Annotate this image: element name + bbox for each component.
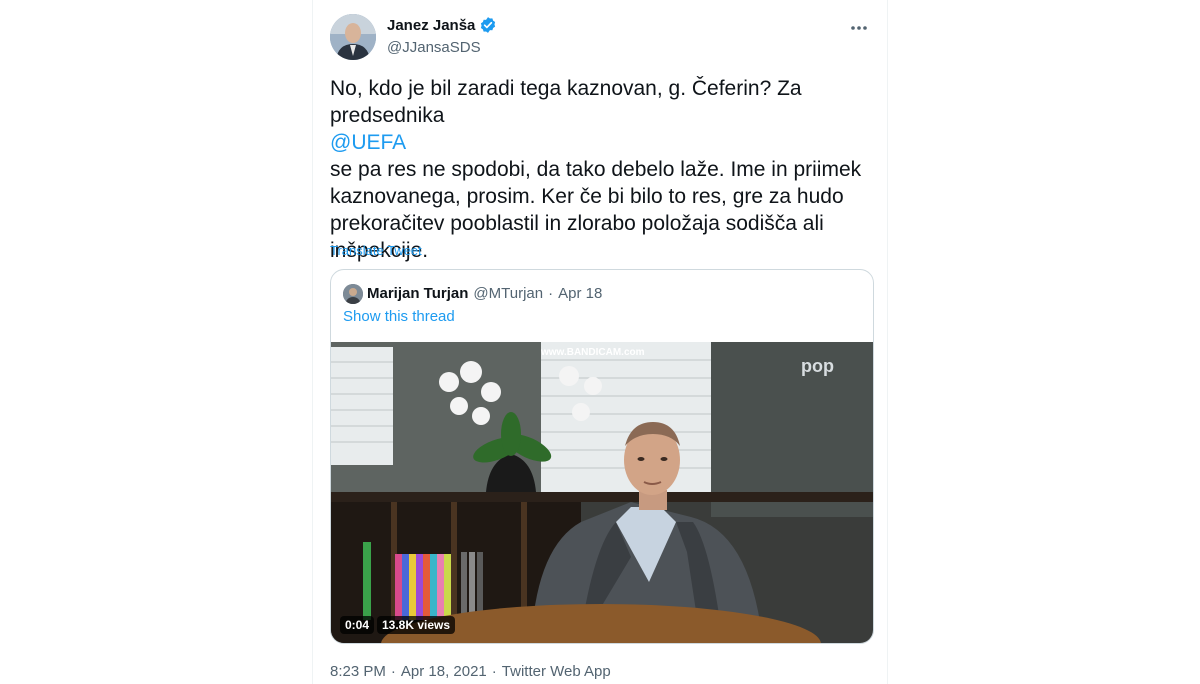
mention-link[interactable]: @UEFA [330,131,406,154]
channel-logo: pop [801,356,834,376]
show-thread-link[interactable]: Show this thread [343,308,455,325]
tweet-timestamp: 8:23 PM · Apr 18, 2021 · Twitter Web App [330,663,611,680]
quoted-date[interactable]: Apr 18 [558,285,602,302]
quoted-tweet[interactable]: Marijan Turjan @MTurjan · Apr 18 Show th… [330,269,874,644]
author-avatar[interactable] [330,14,376,60]
timestamp-separator-2: · [491,663,497,680]
quoted-author-handle[interactable]: @MTurjan [473,285,543,302]
tweet-source[interactable]: Twitter Web App [502,663,611,680]
more-options-icon [851,26,867,30]
quoted-tweet-header: Marijan Turjan @MTurjan · Apr 18 [367,285,602,302]
quoted-author-avatar[interactable] [343,284,363,304]
video-frame: www.BANDICAM.com pop [331,342,873,643]
timestamp-separator-1: · [390,663,396,680]
tweet-time[interactable]: 8:23 PM [330,663,386,680]
quoted-author-name[interactable]: Marijan Turjan [367,285,468,302]
translate-tweet-link[interactable]: Translate Tweet [330,243,422,258]
verified-badge-icon [479,16,497,34]
video-watermark: www.BANDICAM.com [540,347,645,358]
video-duration: 0:04 [340,616,375,634]
tweet-text: No, kdo je bil zaradi tega kaznovan, g. … [330,75,870,264]
author-name-text[interactable]: Janez Janša [387,17,475,34]
video-player[interactable]: www.BANDICAM.com pop 0:04 13.8K views [331,342,873,643]
author-name[interactable]: Janez Janša [387,16,497,34]
tweet-card: Janez Janša @JJansaSDS No, kdo je bil za… [312,0,888,684]
tweet-date[interactable]: Apr 18, 2021 [401,663,487,680]
author-handle[interactable]: @JJansaSDS [387,39,481,56]
quoted-separator: · [548,285,554,302]
video-views: 13.8K views [377,616,456,634]
tweet-text-part-1: No, kdo je bil zaradi tega kaznovan, g. … [330,77,802,127]
more-options-button[interactable] [845,14,873,42]
